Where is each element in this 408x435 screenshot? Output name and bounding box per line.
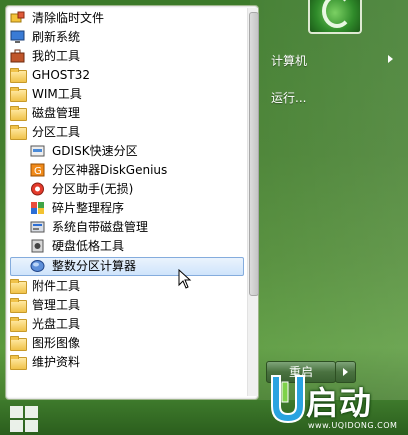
program-item[interactable]: 维护资料 <box>6 353 246 372</box>
user-picture-logo <box>322 0 352 28</box>
brand-url: www.UQIDONG.COM <box>308 421 398 430</box>
program-item-label: 系统自带磁盘管理 <box>52 220 149 234</box>
program-item-label: 硬盘低格工具 <box>52 239 125 253</box>
mouse-cursor-icon <box>178 269 192 289</box>
folder-icon <box>10 87 27 102</box>
monitor-icon <box>10 30 25 44</box>
program-item[interactable]: G 分区神器DiskGenius <box>6 161 246 180</box>
program-item[interactable]: 刷新系统 <box>6 28 246 47</box>
folder-icon <box>10 336 27 351</box>
program-item-label: 整数分区计算器 <box>52 259 137 273</box>
program-item-label: 刷新系统 <box>32 30 81 44</box>
calculator-icon <box>30 259 45 273</box>
svg-text:G: G <box>34 166 42 177</box>
program-item[interactable]: 系统自带磁盘管理 <box>6 218 246 237</box>
folder-icon <box>10 106 27 121</box>
program-item[interactable]: 分区工具 <box>6 123 246 142</box>
program-item-label: 光盘工具 <box>32 317 81 331</box>
diskgenius-icon: G <box>30 163 45 177</box>
program-item[interactable]: 图形图像 <box>6 334 246 353</box>
program-item[interactable]: 硬盘低格工具 <box>6 237 246 256</box>
program-item[interactable]: 清除临时文件 <box>6 9 246 28</box>
program-item-label: 磁盘管理 <box>32 106 81 120</box>
scrollbar-thumb[interactable] <box>249 12 259 296</box>
program-list: 清除临时文件 刷新系统我的工具 GHOST32 WIM工具磁盘管理分区工具 GDISK快… <box>6 9 246 372</box>
program-item[interactable]: 碎片整理程序 <box>6 199 246 218</box>
brand-logo: 启动 www.UQIDONG.COM <box>262 372 408 435</box>
program-item[interactable]: 光盘工具 <box>6 315 246 334</box>
program-item-label: 附件工具 <box>32 279 81 293</box>
defrag-icon <box>30 201 45 215</box>
user-picture[interactable] <box>308 0 362 34</box>
program-item[interactable]: 整数分区计算器 <box>10 257 244 276</box>
folder-icon <box>10 317 27 332</box>
program-item[interactable]: 附件工具 <box>6 277 246 296</box>
program-item[interactable]: GDISK快速分区 <box>6 142 246 161</box>
folder-icon <box>10 125 27 140</box>
folder-icon <box>10 355 27 370</box>
brand-word: 启动 <box>306 384 373 422</box>
program-item-label: 分区助手(无损) <box>52 182 134 196</box>
folder-icon <box>10 298 27 313</box>
program-item-label: 分区工具 <box>32 125 81 139</box>
program-item-label: GDISK快速分区 <box>52 144 138 158</box>
partition-assistant-icon <box>30 182 45 196</box>
program-item[interactable]: GHOST32 <box>6 66 246 85</box>
toolbox-icon <box>10 49 25 63</box>
program-item[interactable]: WIM工具 <box>6 85 246 104</box>
program-list-scrollbar[interactable] <box>247 8 259 396</box>
brand-u-icon <box>271 375 305 424</box>
program-item-label: 图形图像 <box>32 336 81 350</box>
program-item-label: WIM工具 <box>32 87 82 101</box>
computer-link[interactable]: 计算机 <box>271 52 307 69</box>
program-item-label: GHOST32 <box>32 68 90 82</box>
program-item[interactable]: 分区助手(无损) <box>6 180 246 199</box>
folder-icon <box>10 68 27 83</box>
windows-start-icon[interactable] <box>10 406 40 434</box>
program-item-label: 管理工具 <box>32 298 81 312</box>
disk-management-icon <box>30 220 45 234</box>
program-list-panel: 清除临时文件 刷新系统我的工具 GHOST32 WIM工具磁盘管理分区工具 GDISK快… <box>5 5 259 400</box>
program-item-label: 维护资料 <box>32 355 81 369</box>
program-item[interactable]: 管理工具 <box>6 296 246 315</box>
gdisk-icon <box>30 144 45 158</box>
eraser-icon <box>10 11 25 25</box>
program-item-label: 清除临时文件 <box>32 11 105 25</box>
computer-submenu-arrow-icon[interactable] <box>388 55 393 63</box>
program-item-label: 碎片整理程序 <box>52 201 125 215</box>
program-item[interactable]: 我的工具 <box>6 47 246 66</box>
folder-icon <box>10 279 27 294</box>
program-item[interactable]: 磁盘管理 <box>6 104 246 123</box>
low-format-icon <box>30 239 45 253</box>
run-link[interactable]: 运行... <box>271 89 306 106</box>
program-item-label: 我的工具 <box>32 49 81 63</box>
program-item-label: 分区神器DiskGenius <box>52 163 168 177</box>
